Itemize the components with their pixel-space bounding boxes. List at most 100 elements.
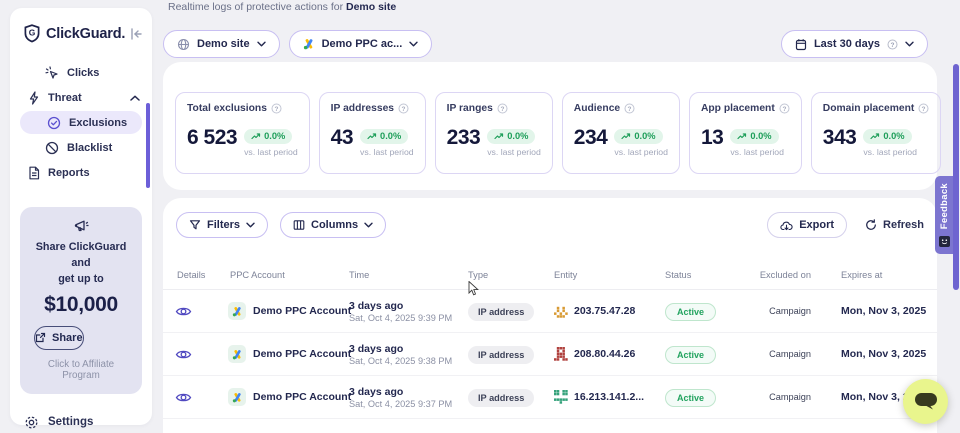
account-selector[interactable]: Demo PPC ac... xyxy=(289,30,433,58)
info-icon: ? xyxy=(398,103,409,114)
svg-text:?: ? xyxy=(922,106,926,113)
sidebar-item-label: Exclusions xyxy=(69,117,127,129)
gear-icon xyxy=(24,415,39,430)
info-icon: ? xyxy=(624,103,635,114)
export-button[interactable]: Export xyxy=(767,212,847,238)
share-button-label: Share xyxy=(52,332,83,344)
google-ads-icon xyxy=(228,388,246,406)
filter-icon xyxy=(189,219,201,231)
stat-value: 43 xyxy=(331,127,353,148)
entity-identicon xyxy=(554,347,568,361)
stat-value: 343 xyxy=(823,127,857,148)
sidebar-item-label: Blacklist xyxy=(67,142,112,154)
chevron-down-icon xyxy=(257,41,266,47)
table-header-row: DetailsPPC AccountTimeTypeEntityStatusEx… xyxy=(163,260,937,290)
svg-text:?: ? xyxy=(402,106,406,113)
page-title-site: Demo site xyxy=(346,1,396,13)
feedback-tab[interactable]: Feedback xyxy=(935,176,954,254)
stat-value: 13 xyxy=(701,127,723,148)
status-badge: Active xyxy=(665,303,716,321)
share-button[interactable]: Share xyxy=(34,326,84,350)
view-details-eye-icon[interactable] xyxy=(175,305,216,318)
sidebar-item-settings[interactable]: Settings xyxy=(10,415,152,430)
view-details-eye-icon[interactable] xyxy=(175,391,216,404)
chevron-down-icon xyxy=(364,222,373,228)
table-row[interactable]: Demo PPC Account 3 days ago Sat, Oct 4, … xyxy=(163,376,937,419)
trend-up-icon xyxy=(251,132,261,140)
page-title: Realtime logs of protective actions for … xyxy=(168,1,396,13)
date-range-selector[interactable]: Last 30 days ? xyxy=(781,30,928,58)
stat-label: Audience xyxy=(574,103,620,114)
site-selector[interactable]: Demo site xyxy=(163,30,280,58)
trend-up-icon xyxy=(621,132,631,140)
check-circle-icon xyxy=(47,116,61,130)
globe-icon xyxy=(177,38,190,51)
collapse-sidebar-icon[interactable] xyxy=(130,28,143,40)
promo-line1: Share ClickGuard and xyxy=(36,241,127,269)
sidebar-nav: Clicks Threat Exclusions Blac xyxy=(10,60,152,185)
stat-label: IP ranges xyxy=(447,103,493,114)
selector-row: Demo site Demo PPC ac... xyxy=(163,30,432,58)
sidebar: G ClickGuard. Clicks Threat xyxy=(10,8,152,425)
cloud-download-icon xyxy=(780,220,793,231)
chevron-down-icon xyxy=(246,222,255,228)
info-icon: ? xyxy=(497,103,508,114)
svg-text:G: G xyxy=(29,28,36,38)
sidebar-item-label: Clicks xyxy=(67,67,99,79)
sidebar-item-threat[interactable]: Threat xyxy=(10,85,152,110)
type-badge: IP address xyxy=(468,303,534,321)
stats-row: Total exclusions ? 6 523 0.0% vs. last p… xyxy=(163,62,937,174)
filters-button[interactable]: Filters xyxy=(176,212,268,238)
export-button-label: Export xyxy=(799,219,834,231)
ban-icon xyxy=(45,141,59,155)
stat-compare-label: vs. last period xyxy=(614,147,668,157)
columns-button-label: Columns xyxy=(311,219,358,231)
sidebar-item-exclusions[interactable]: Exclusions xyxy=(20,111,142,134)
chat-icon xyxy=(914,392,938,411)
filters-button-label: Filters xyxy=(207,219,240,231)
sidebar-item-blacklist[interactable]: Blacklist xyxy=(10,135,152,160)
stat-label: IP addresses xyxy=(331,103,394,114)
sidebar-item-clicks[interactable]: Clicks xyxy=(10,60,152,85)
trend-up-icon xyxy=(737,132,747,140)
columns-button[interactable]: Columns xyxy=(280,212,386,238)
google-ads-icon xyxy=(228,345,246,363)
megaphone-icon xyxy=(28,218,134,234)
column-header-details: Details xyxy=(163,270,216,280)
promo-line2: get up to xyxy=(58,273,104,285)
excluded-on-value: Campaign xyxy=(749,392,811,402)
column-header-type: Type xyxy=(454,270,540,280)
brand-name: ClickGuard. xyxy=(46,26,125,42)
change-badge: 0.0% xyxy=(360,129,408,144)
info-icon: ? xyxy=(779,103,790,114)
table-row[interactable]: Demo PPC Account 3 days ago Sat, Oct 4, … xyxy=(163,290,937,333)
view-details-eye-icon[interactable] xyxy=(175,348,216,361)
refresh-button[interactable]: Refresh xyxy=(865,219,924,231)
table-row[interactable]: Demo PPC Account 3 days ago Sat, Oct 4, … xyxy=(163,333,937,376)
sidebar-scrollbar[interactable] xyxy=(146,103,150,188)
click-icon xyxy=(45,66,59,80)
type-badge: IP address xyxy=(468,389,534,407)
time-relative: 3 days ago xyxy=(349,300,454,312)
affiliate-promo-card: Share ClickGuard and get up to $10,000 S… xyxy=(20,207,142,394)
stat-compare-label: vs. last period xyxy=(730,147,784,157)
column-header-expires-at: Expires at xyxy=(811,270,937,280)
expires-at-value: Mon, Nov 3, 2025 xyxy=(811,348,937,360)
trend-up-icon xyxy=(870,132,880,140)
brand-header: G ClickGuard. xyxy=(10,8,152,43)
chat-widget-button[interactable] xyxy=(903,379,948,424)
change-badge: 0.0% xyxy=(487,129,535,144)
google-ads-icon xyxy=(303,38,315,50)
columns-icon xyxy=(293,219,305,231)
page-scrollbar[interactable] xyxy=(953,64,959,290)
table-row[interactable]: 3 days ago xyxy=(163,419,937,433)
sidebar-item-reports[interactable]: Reports xyxy=(10,160,152,185)
info-icon: ? xyxy=(918,103,929,114)
trend-up-icon xyxy=(494,132,504,140)
app-root: G ClickGuard. Clicks Threat xyxy=(0,0,960,433)
stat-compare-label: vs. last period xyxy=(863,147,917,157)
calendar-icon xyxy=(795,38,807,51)
affiliate-link[interactable]: Click to Affiliate Program xyxy=(28,359,134,381)
change-badge: 0.0% xyxy=(730,129,778,144)
sidebar-item-label: Threat xyxy=(48,92,82,104)
